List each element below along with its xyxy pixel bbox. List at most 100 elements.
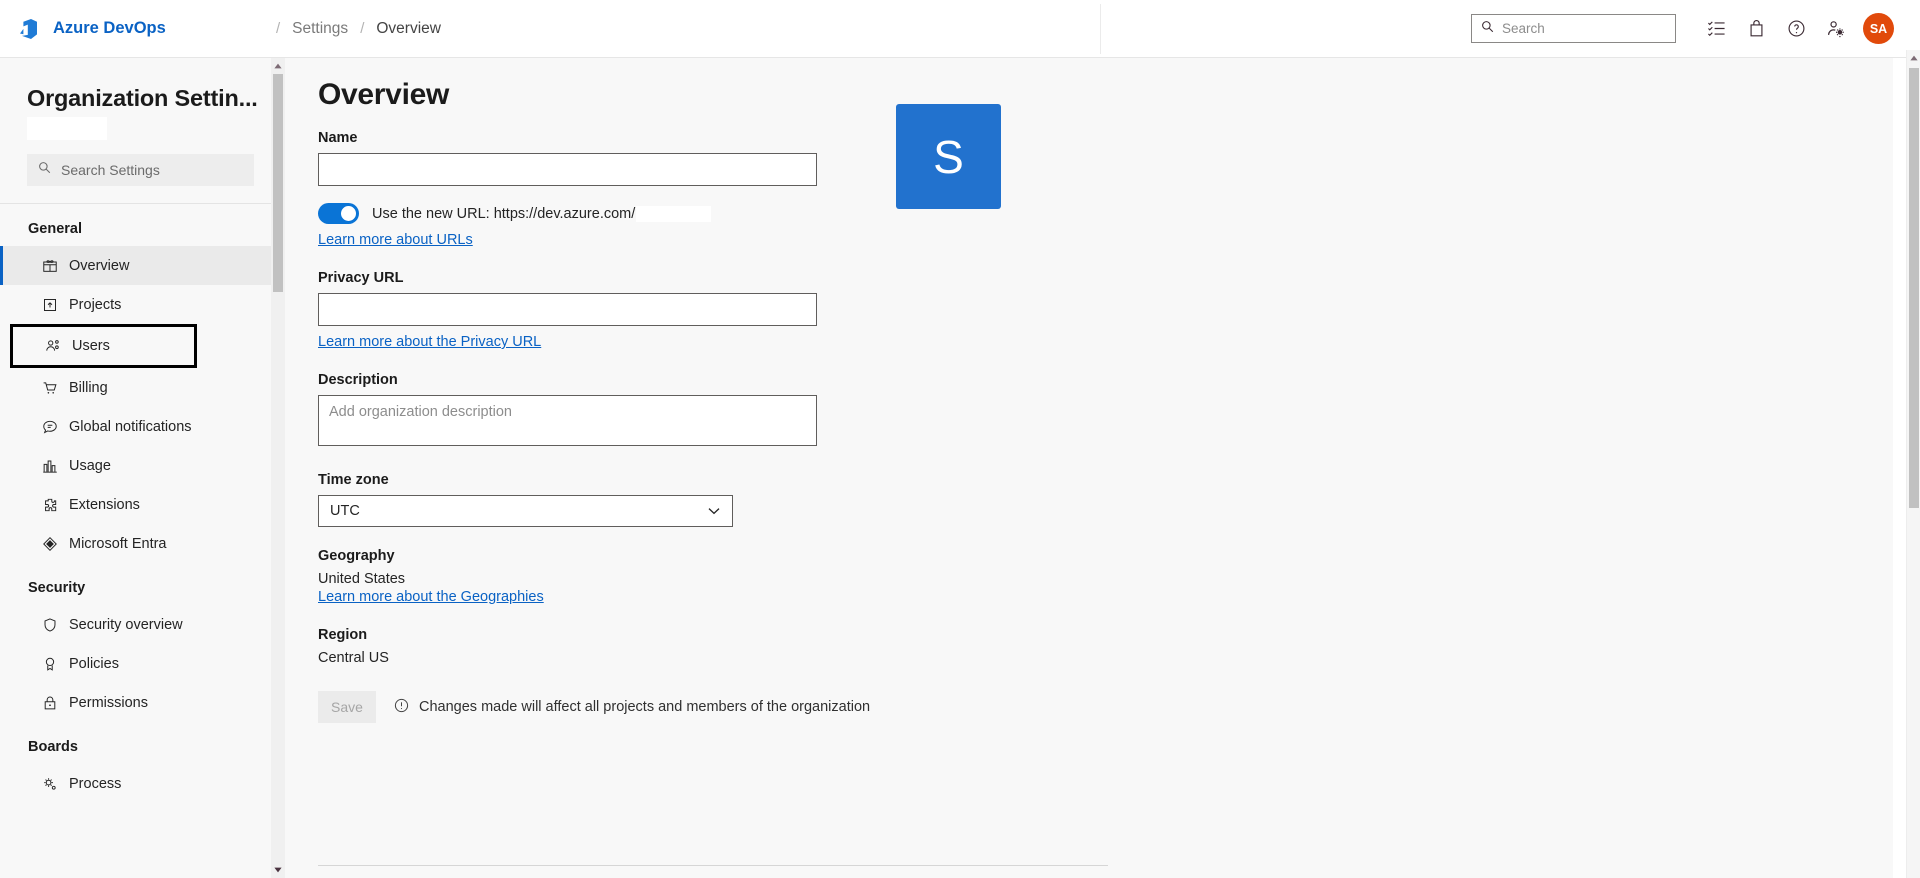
sidebar-item-permissions[interactable]: Permissions	[0, 683, 285, 722]
usage-chart-icon	[41, 457, 58, 474]
main-content: Overview Name Use the new URL: https://d…	[285, 58, 1893, 878]
window-scrollbar[interactable]	[1906, 50, 1920, 878]
organization-url-redacted	[636, 205, 712, 222]
sidebar-item-label: Global notifications	[69, 418, 192, 435]
sidebar-item-extensions[interactable]: Extensions	[0, 485, 285, 524]
sidebar-scrollbar[interactable]	[271, 58, 285, 878]
sidebar-title: Organization Settin...	[27, 85, 258, 111]
time-zone-select[interactable]: UTC	[318, 495, 733, 527]
window-scrollbar-thumb[interactable]	[1909, 68, 1919, 508]
shield-icon	[41, 616, 58, 633]
user-settings-icon[interactable]	[1816, 9, 1856, 49]
new-url-toggle-row: Use the new URL: https://dev.azure.com/	[318, 203, 1893, 224]
description-block: Description	[318, 372, 1893, 451]
avatar[interactable]: SA	[1863, 13, 1894, 44]
users-people-icon	[44, 338, 61, 355]
nav-group-security: Security	[28, 580, 86, 596]
help-question-icon[interactable]	[1776, 9, 1816, 49]
sidebar-item-process[interactable]: Process	[0, 764, 285, 803]
overview-grid-icon	[41, 257, 58, 274]
breadcrumb-item-settings[interactable]: Settings	[292, 20, 348, 38]
sidebar-item-projects[interactable]: Projects	[0, 285, 285, 324]
time-zone-block: Time zone UTC	[318, 472, 1893, 527]
brand-name[interactable]: Azure DevOps	[53, 19, 166, 38]
sidebar-item-label: Security overview	[69, 616, 183, 633]
sidebar-item-microsoft-entra[interactable]: Microsoft Entra	[0, 524, 285, 563]
checklist-icon[interactable]	[1696, 9, 1736, 49]
content-bottom-divider	[318, 865, 1108, 866]
azure-devops-logo-icon	[18, 17, 42, 41]
projects-box-icon	[41, 296, 58, 313]
nav-group-boards: Boards	[28, 739, 78, 755]
sidebar-item-label: Billing	[69, 379, 108, 396]
save-row: Save Changes made will affect all projec…	[318, 691, 1893, 723]
notifications-chat-icon	[41, 418, 58, 435]
process-gears-icon	[41, 775, 58, 792]
learn-more-privacy-url-link[interactable]: Learn more about the Privacy URL	[318, 334, 541, 350]
sidebar-item-security-overview[interactable]: Security overview	[0, 605, 285, 644]
breadcrumb-item-overview[interactable]: Overview	[376, 20, 441, 38]
new-url-toggle-label: Use the new URL: https://dev.azure.com/	[372, 205, 712, 222]
geography-block: Geography United States Learn more about…	[318, 548, 1893, 606]
global-search-input[interactable]: Search	[1471, 14, 1676, 43]
new-url-toggle[interactable]	[318, 203, 359, 224]
sidebar-item-label: Usage	[69, 457, 111, 474]
sidebar-item-users[interactable]: Users	[10, 324, 197, 368]
policies-ribbon-icon	[41, 655, 58, 672]
time-zone-select-wrap: UTC	[318, 495, 733, 527]
search-icon	[1481, 20, 1494, 38]
top-header-bar: Azure DevOps / Settings / Overview Searc…	[0, 0, 1908, 58]
header-actions: Search SA	[1471, 9, 1908, 49]
lock-icon	[41, 694, 58, 711]
overview-form: Name Use the new URL: https://dev.azure.…	[285, 112, 1893, 723]
info-circle-icon	[394, 698, 409, 717]
settings-sidebar: Organization Settin... Search Settings G…	[0, 58, 285, 878]
sidebar-item-label: Policies	[69, 655, 119, 672]
description-label: Description	[318, 372, 398, 388]
save-button[interactable]: Save	[318, 691, 376, 723]
sidebar-item-global-notifications[interactable]: Global notifications	[0, 407, 285, 446]
region-label: Region	[318, 627, 368, 643]
geography-value: United States	[318, 571, 406, 587]
time-zone-selected-value: UTC	[330, 503, 360, 519]
scroll-down-arrow-icon[interactable]	[271, 862, 285, 878]
page-title: Overview	[318, 78, 450, 111]
name-input[interactable]	[318, 153, 817, 186]
sidebar-item-label: Overview	[69, 257, 130, 274]
new-url-text: Use the new URL: https://dev.azure.com/	[372, 205, 636, 222]
organization-avatar-tile[interactable]: S	[896, 104, 1001, 209]
header-divider	[1100, 4, 1101, 54]
scroll-up-arrow-icon[interactable]	[271, 58, 285, 74]
sidebar-item-label: Process	[69, 775, 122, 792]
window-scroll-up-arrow-icon[interactable]	[1907, 50, 1920, 66]
breadcrumb-separator-1: /	[276, 20, 281, 37]
region-block: Region Central US	[318, 627, 1893, 666]
breadcrumb-separator-2: /	[360, 20, 365, 37]
breadcrumb: / Settings / Overview	[276, 20, 441, 38]
learn-more-urls-link[interactable]: Learn more about URLs	[318, 232, 473, 248]
sidebar-item-label: Microsoft Entra	[69, 535, 167, 552]
learn-more-geographies-link[interactable]: Learn more about the Geographies	[318, 589, 544, 605]
privacy-url-label: Privacy URL	[318, 270, 404, 286]
organization-name-redacted	[27, 117, 107, 140]
description-textarea[interactable]	[318, 395, 817, 446]
toggle-knob	[341, 206, 356, 221]
microsoft-entra-icon	[41, 535, 58, 552]
sidebar-search-input[interactable]: Search Settings	[27, 154, 254, 186]
sidebar-item-label: Extensions	[69, 496, 140, 513]
marketplace-bag-icon[interactable]	[1736, 9, 1776, 49]
sidebar-item-billing[interactable]: Billing	[0, 368, 285, 407]
global-search-placeholder: Search	[1502, 21, 1545, 36]
geography-label: Geography	[318, 548, 395, 564]
brand-area[interactable]: Azure DevOps	[0, 17, 268, 41]
sidebar-search-placeholder: Search Settings	[61, 162, 160, 178]
sidebar-item-policies[interactable]: Policies	[0, 644, 285, 683]
privacy-url-input[interactable]	[318, 293, 817, 326]
time-zone-label: Time zone	[318, 472, 389, 488]
privacy-url-block: Privacy URL Learn more about the Privacy…	[318, 270, 1893, 351]
sidebar-item-overview[interactable]: Overview	[0, 246, 285, 285]
sidebar-item-label: Users	[72, 338, 110, 354]
sidebar-item-usage[interactable]: Usage	[0, 446, 285, 485]
sidebar-scrollbar-thumb[interactable]	[273, 74, 283, 292]
billing-cart-icon	[41, 379, 58, 396]
